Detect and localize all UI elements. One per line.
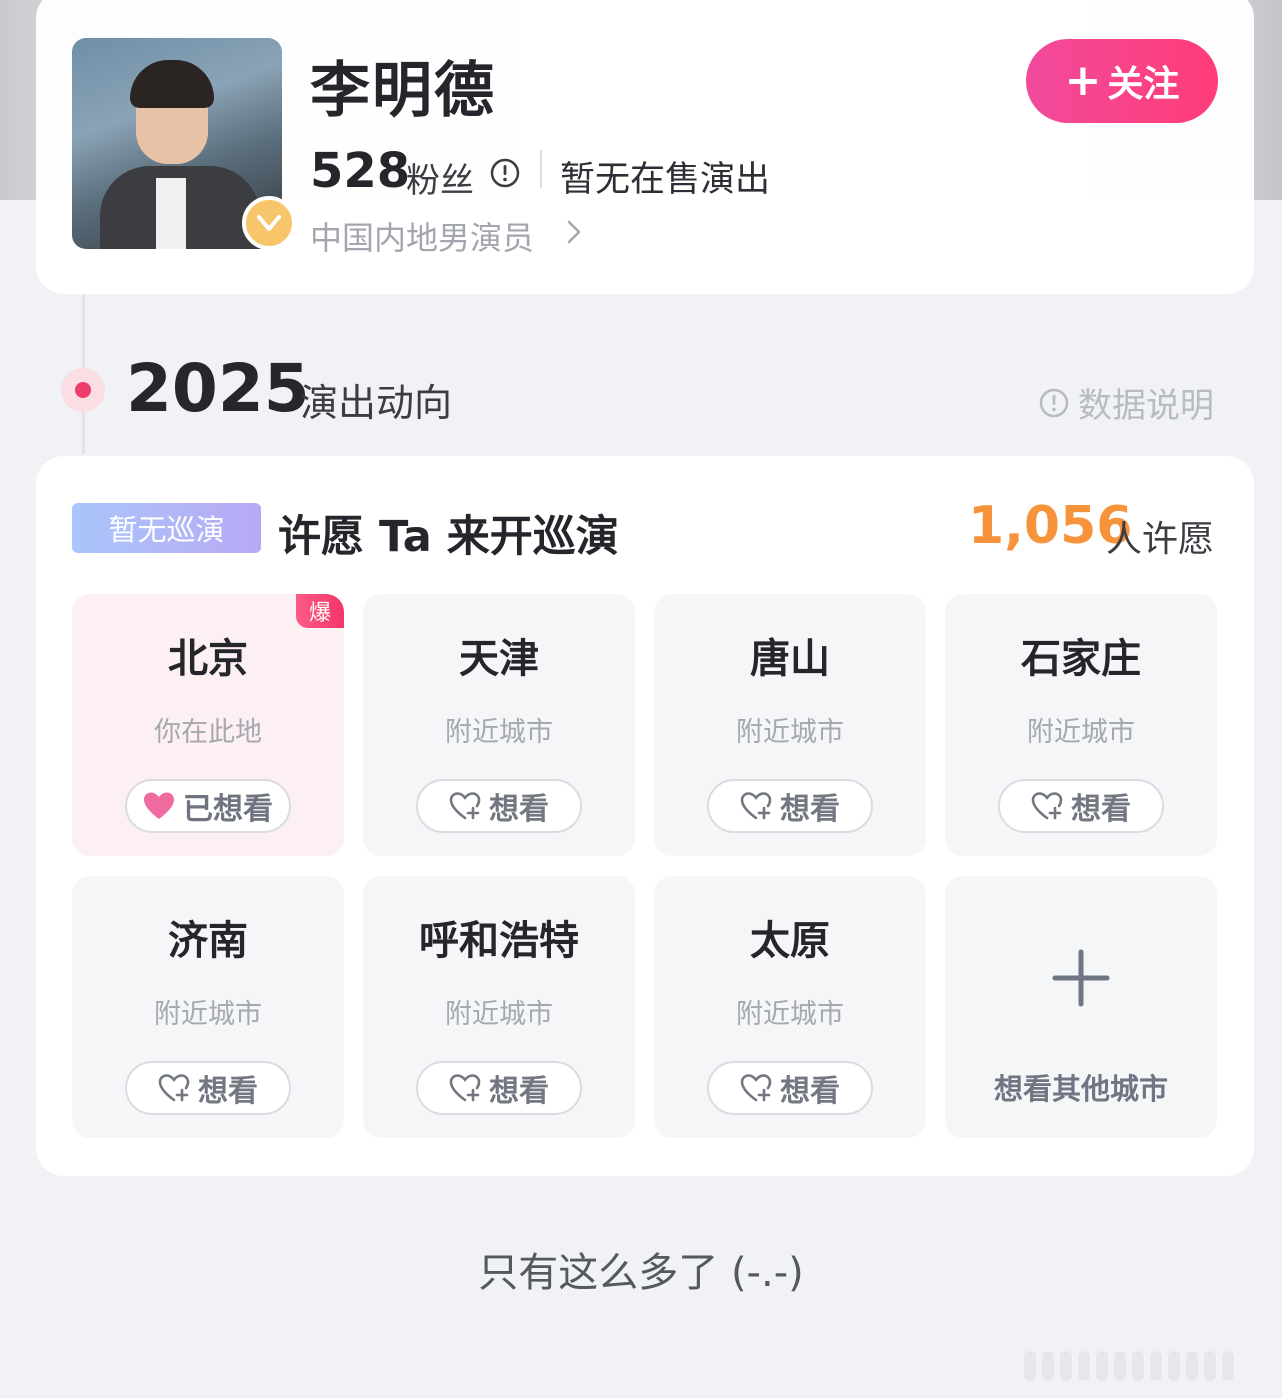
wish-count-label: 人许愿 (1106, 519, 1215, 560)
city-subtitle: 附近城市 (1027, 717, 1135, 748)
artist-name: 李明德 (310, 56, 496, 126)
want-button[interactable]: 想看 (707, 1061, 873, 1115)
heart-plus-icon (158, 1074, 190, 1102)
city-card-taiyuan[interactable]: 太原 附近城市 想看 (654, 876, 926, 1138)
occupation-link[interactable]: 中国内地男演员 (310, 213, 534, 259)
want-label: 想看 (489, 792, 549, 827)
hot-badge: 爆 (296, 594, 344, 628)
chevron-right-icon[interactable] (564, 218, 584, 246)
wanted-label: 已想看 (183, 792, 273, 827)
city-card-jinan[interactable]: 济南 附近城市 想看 (72, 876, 344, 1138)
add-city-card[interactable]: 想看其他城市 (945, 876, 1217, 1138)
info-icon[interactable] (489, 157, 521, 189)
want-button[interactable]: 想看 (125, 1061, 291, 1115)
divider (540, 150, 542, 188)
wanted-button[interactable]: 已想看 (125, 779, 291, 833)
city-name: 北京 (168, 636, 248, 682)
wish-title: 许愿 Ta 来开巡演 (278, 512, 619, 562)
want-label: 想看 (780, 1074, 840, 1109)
want-label: 想看 (489, 1074, 549, 1109)
city-name: 石家庄 (1021, 636, 1141, 682)
city-subtitle: 附近城市 (445, 717, 553, 748)
want-button[interactable]: 想看 (998, 779, 1164, 833)
city-card-tangshan[interactable]: 唐山 附近城市 想看 (654, 594, 926, 856)
plus-icon: + (1064, 55, 1102, 106)
heart-plus-icon (740, 792, 772, 820)
want-button[interactable]: 想看 (416, 1061, 582, 1115)
data-explain-link[interactable]: 数据说明 (1038, 378, 1214, 427)
city-subtitle: 附近城市 (445, 999, 553, 1030)
artist-page: 李明德 528 粉丝 暂无在售演出 中国内地男演员 + 关注 2025 演出动向… (0, 0, 1282, 1398)
scroll-indicator (1024, 1348, 1264, 1384)
city-subtitle: 附近城市 (154, 999, 262, 1030)
want-label: 想看 (1071, 792, 1131, 827)
info-icon (1039, 388, 1069, 417)
heart-plus-icon (449, 1074, 481, 1102)
data-explain-label: 数据说明 (1078, 386, 1214, 426)
want-button[interactable]: 想看 (416, 779, 582, 833)
city-card-beijing[interactable]: 爆 北京 你在此地 已想看 (72, 594, 344, 856)
city-card-tianjin[interactable]: 天津 附近城市 想看 (363, 594, 635, 856)
timeline-year: 2025 (126, 350, 310, 427)
fans-label: 粉丝 (406, 161, 474, 201)
want-label: 想看 (780, 792, 840, 827)
sale-status: 暂无在售演出 (560, 160, 771, 200)
heart-plus-icon (1031, 792, 1063, 820)
tour-status-tag: 暂无巡演 (72, 503, 261, 553)
want-label: 想看 (198, 1074, 258, 1109)
timeline-dot-center (75, 382, 91, 398)
city-name: 天津 (459, 636, 539, 682)
fans-count: 528 (310, 143, 411, 199)
city-name: 太原 (750, 918, 830, 964)
follow-label: 关注 (1107, 64, 1180, 105)
city-name: 呼和浩特 (419, 918, 579, 964)
city-subtitle: 附近城市 (736, 999, 844, 1030)
follow-button[interactable]: + 关注 (1026, 39, 1218, 123)
want-button[interactable]: 想看 (707, 779, 873, 833)
city-name: 唐山 (750, 636, 830, 682)
timeline-subtitle: 演出动向 (300, 381, 453, 425)
end-of-list-note: 只有这么多了 (-.-) (478, 1250, 804, 1296)
heart-filled-icon (144, 792, 174, 819)
city-card-shijiazhuang[interactable]: 石家庄 附近城市 想看 (945, 594, 1217, 856)
heart-plus-icon (740, 1074, 772, 1102)
plus-icon (1052, 949, 1110, 1007)
city-card-hohhot[interactable]: 呼和浩特 附近城市 想看 (363, 876, 635, 1138)
verified-badge-icon (242, 196, 296, 250)
city-name: 济南 (168, 918, 248, 964)
city-subtitle: 附近城市 (736, 717, 844, 748)
add-city-label: 想看其他城市 (993, 1072, 1168, 1106)
city-subtitle: 你在此地 (154, 717, 262, 748)
heart-plus-icon (449, 792, 481, 820)
